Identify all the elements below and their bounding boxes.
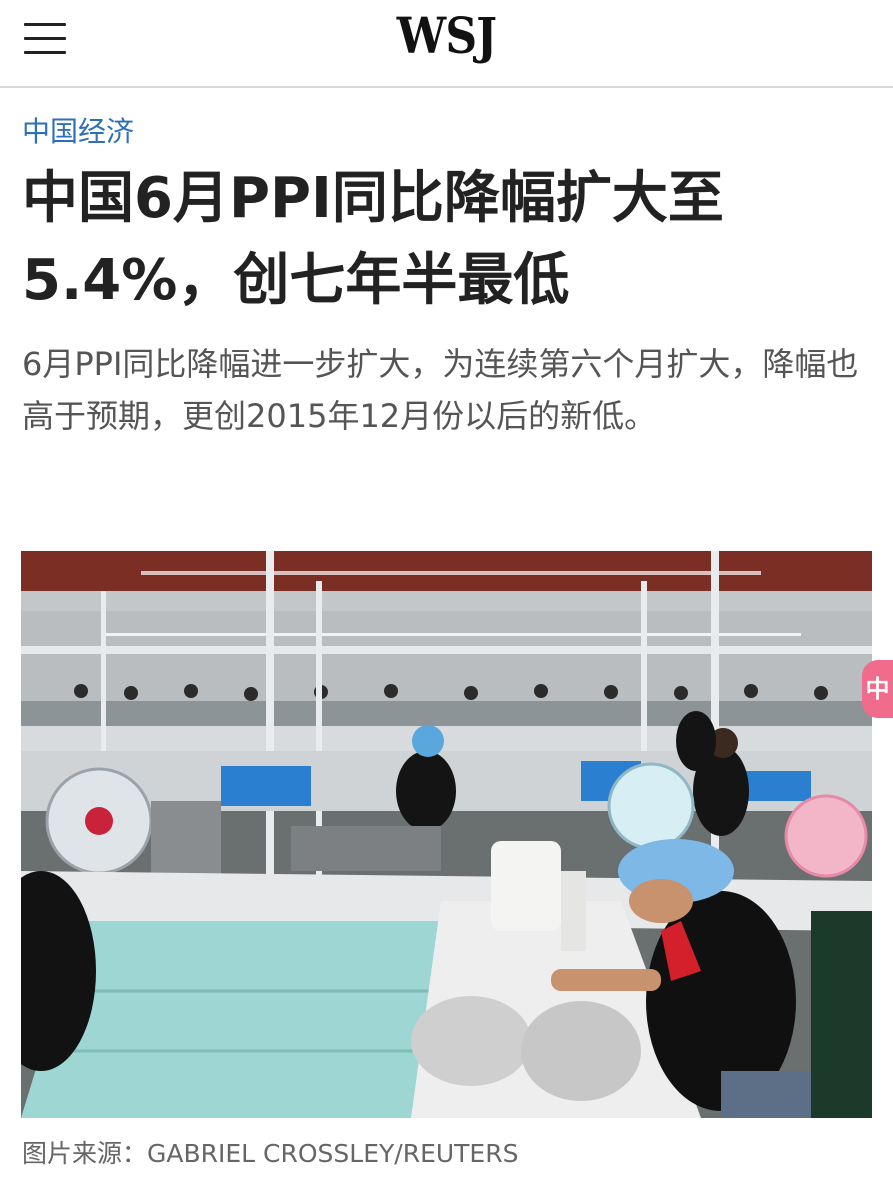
article-headline: 中国6月PPI同比降幅扩大至5.4%，创七年半最低	[22, 166, 724, 313]
top-bar: WSJ	[0, 0, 893, 88]
floating-side-tab[interactable]: 中	[862, 660, 893, 718]
article-dek: 6月PPI同比降幅进一步扩大，为连续第六个月扩大，降幅也高于预期，更创2015年…	[22, 345, 859, 435]
photo-caption: 图片来源：GABRIEL CROSSLEY/REUTERS	[22, 1139, 519, 1168]
wsj-logo[interactable]: WSJ	[54, 6, 840, 66]
article-photo	[21, 551, 872, 1118]
section-link[interactable]: 中国经济	[22, 114, 134, 150]
